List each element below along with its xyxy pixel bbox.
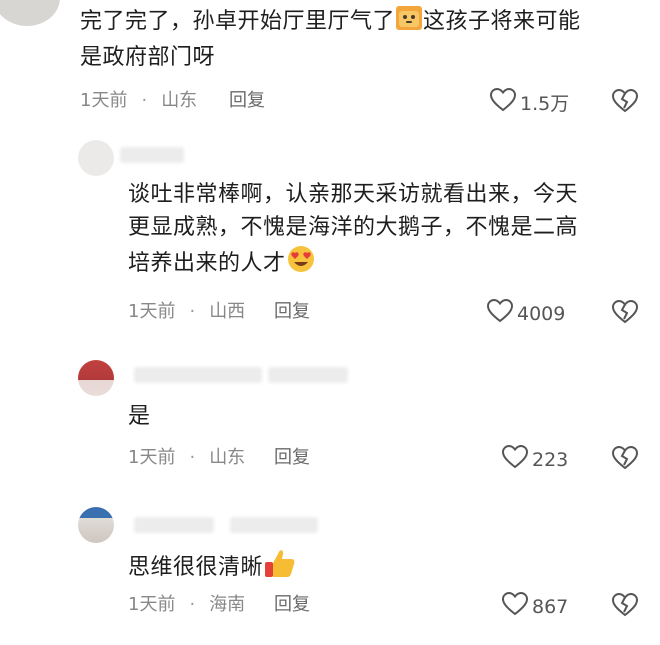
avatar[interactable] [78,507,114,543]
thumbs-up-emoji-icon [263,546,297,590]
comment-text: 是 [128,400,151,433]
comment-time: 1天前 [128,447,176,468]
separator-dot: · [189,594,196,615]
like-button[interactable]: 867 [501,591,569,621]
comment-location: 海南 [209,594,246,615]
avatar[interactable] [0,0,60,26]
comment-text-line: 更显成熟，不愧是海洋的大鹅子，不愧是二高 [128,215,579,240]
comment-meta: 1天前 · 山东 [80,90,211,112]
like-button[interactable]: 1.5万 [489,87,570,117]
broken-heart-icon [611,88,639,117]
comment-location: 山东 [161,90,198,111]
reply-button[interactable]: 回复 [274,594,310,616]
comment-location: 山东 [209,447,246,468]
separator-dot: · [189,301,196,322]
username-blurred[interactable] [230,517,318,533]
separator-dot: · [141,90,148,111]
comment-text-line: 思维很很清晰 [128,555,264,580]
broken-heart-icon [611,299,639,328]
comment-time: 1天前 [128,301,176,322]
like-count: 4009 [517,302,566,325]
comment-text-line: 这孩子将来可能 [423,9,581,34]
username-blurred[interactable] [268,367,348,383]
like-button[interactable]: 4009 [486,298,566,328]
comment-location: 山西 [209,301,246,322]
heart-eyes-emoji-icon [286,244,316,284]
comment-time: 1天前 [80,90,128,111]
comment-time: 1天前 [128,594,176,615]
heart-icon [501,444,529,474]
comment-text-line: 培养出来的人才 [128,251,286,276]
dislike-button[interactable] [611,445,639,474]
broken-heart-icon [611,445,639,474]
username-blurred[interactable] [134,367,262,383]
comment-meta: 1天前 · 海南 [128,594,259,616]
like-count: 223 [532,448,569,471]
dislike-button[interactable] [611,592,639,621]
comment-text: 谈吐非常棒啊，认亲那天采访就看出来，今天 更显成熟，不愧是海洋的大鹅子，不愧是二… [128,178,578,284]
comment-meta: 1天前 · 山西 [128,301,259,323]
avatar[interactable] [78,360,114,396]
username-blurred[interactable] [120,147,184,163]
heart-icon [486,298,514,328]
reply-button[interactable]: 回复 [274,447,310,469]
separator-dot: · [189,447,196,468]
reply-button[interactable]: 回复 [229,90,265,112]
comment-text: 思维很很清晰 [128,546,297,590]
dislike-button[interactable] [611,299,639,328]
comment-text-line: 完了完了，孙卓开始厅里厅气了 [80,9,396,34]
comment-meta: 1天前 · 山东 [128,447,259,469]
cat-emoji-icon [395,3,423,41]
broken-heart-icon [611,592,639,621]
comment-text-line: 是 [128,404,151,429]
like-button[interactable]: 223 [501,444,569,474]
comment-text-line: 谈吐非常棒啊，认亲那天采访就看出来，今天 [128,182,579,207]
like-count: 1.5万 [520,93,570,115]
username-blurred[interactable] [134,517,214,533]
comment-text-line: 是政府部门呀 [80,45,216,70]
reply-button[interactable]: 回复 [274,301,310,323]
comment-text: 完了完了，孙卓开始厅里厅气了 这孩子将来可能 是政府部门呀 [80,3,581,74]
dislike-button[interactable] [611,88,639,117]
like-count: 867 [532,595,569,618]
heart-icon [501,591,529,621]
heart-icon [489,87,517,117]
avatar[interactable] [78,140,114,176]
